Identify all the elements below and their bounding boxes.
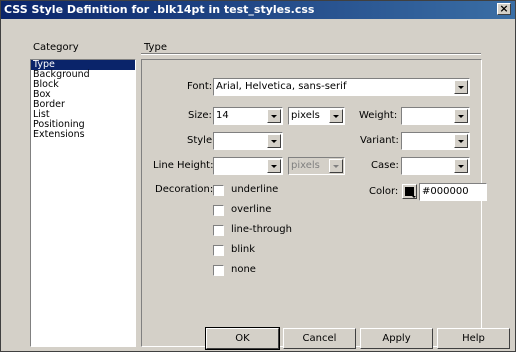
style-label: Style:: [187, 135, 216, 146]
color-input[interactable]: #000000: [419, 183, 487, 201]
underline-label[interactable]: underline: [231, 183, 278, 197]
case-label: Case:: [371, 160, 399, 171]
line-through-label[interactable]: line-through: [231, 223, 292, 237]
color-picker-button[interactable]: [402, 184, 417, 199]
cancel-button[interactable]: Cancel: [283, 328, 356, 349]
chevron-down-icon[interactable]: [454, 109, 468, 123]
chevron-down-icon[interactable]: [454, 134, 468, 148]
none-checkbox[interactable]: [213, 265, 224, 276]
overline-checkbox[interactable]: [213, 205, 224, 216]
decoration-label: Decoration:: [155, 184, 214, 195]
line-through-checkbox[interactable]: [213, 225, 224, 236]
weight-label: Weight:: [359, 110, 398, 121]
blink-checkbox[interactable]: [213, 245, 224, 256]
lineheight-unit-value: pixels: [291, 160, 320, 171]
chevron-down-icon[interactable]: [454, 159, 468, 173]
font-label: Font:: [187, 81, 213, 92]
close-icon[interactable]: ×: [497, 3, 511, 15]
color-swatch: [405, 187, 414, 196]
font-select[interactable]: Arial, Helvetica, sans-serif: [213, 78, 470, 96]
size-unit-select[interactable]: pixels: [288, 107, 345, 125]
chevron-down-icon[interactable]: [329, 109, 343, 123]
variant-label: Variant:: [360, 135, 399, 146]
chevron-down-icon: [412, 196, 416, 198]
help-button[interactable]: Help: [437, 328, 510, 349]
apply-button[interactable]: Apply: [360, 328, 433, 349]
ok-button[interactable]: OK: [205, 327, 280, 350]
chevron-down-icon[interactable]: [267, 109, 281, 123]
chevron-down-icon[interactable]: [267, 159, 281, 173]
underline-checkbox[interactable]: [213, 185, 224, 196]
category-list[interactable]: Type Background Block Box Border List Po…: [30, 59, 136, 347]
size-select[interactable]: 14: [213, 107, 283, 125]
blink-label[interactable]: blink: [231, 243, 255, 257]
color-label: Color:: [369, 186, 399, 197]
size-unit-value: pixels: [291, 110, 320, 121]
color-input-value: #000000: [422, 186, 469, 197]
case-select[interactable]: [401, 157, 470, 175]
chevron-down-icon: [329, 159, 343, 173]
title-bar[interactable]: CSS Style Definition for .blk14pt in tes…: [1, 1, 515, 19]
dialog-title: CSS Style Definition for .blk14pt in tes…: [4, 3, 315, 16]
category-item-extensions[interactable]: Extensions: [31, 130, 135, 140]
style-definition-dialog: CSS Style Definition for .blk14pt in tes…: [0, 0, 516, 352]
size-select-value: 14: [216, 110, 229, 121]
category-header: Category: [33, 42, 79, 53]
overline-label[interactable]: overline: [231, 203, 271, 217]
chevron-down-icon[interactable]: [267, 134, 281, 148]
lineheight-unit-select: pixels: [288, 157, 345, 175]
variant-select[interactable]: [401, 132, 470, 150]
style-select[interactable]: [213, 132, 283, 150]
font-select-value: Arial, Helvetica, sans-serif: [216, 81, 347, 92]
type-panel: [141, 59, 482, 347]
lineheight-select[interactable]: [213, 157, 283, 175]
header-divider-highlight: [141, 54, 481, 55]
none-label[interactable]: none: [231, 263, 256, 277]
weight-select[interactable]: [401, 107, 470, 125]
chevron-down-icon[interactable]: [454, 80, 468, 94]
size-label: Size:: [188, 110, 212, 121]
lineheight-label: Line Height:: [153, 160, 214, 171]
